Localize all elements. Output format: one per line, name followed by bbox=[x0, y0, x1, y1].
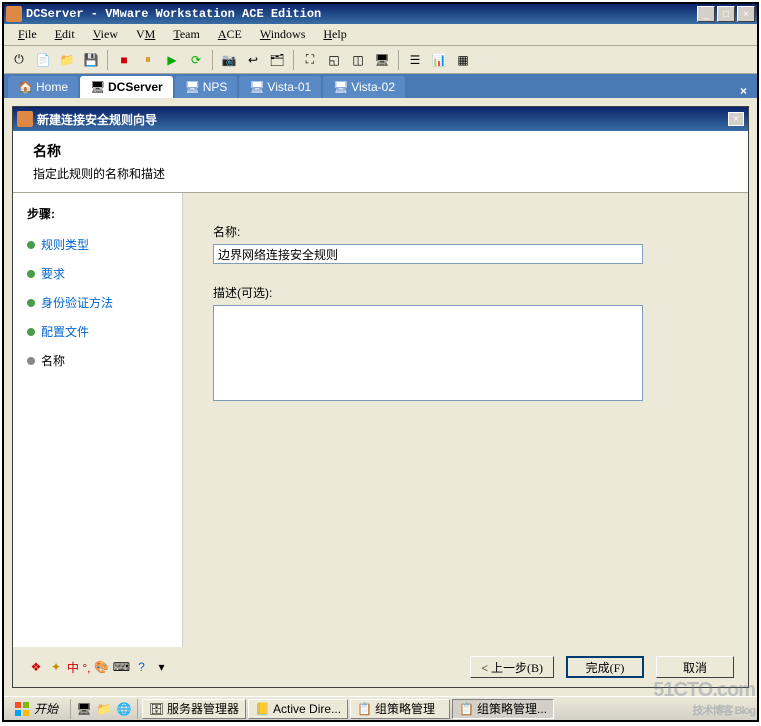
open-icon[interactable]: 📁 bbox=[56, 49, 78, 71]
tab-home[interactable]: 🏠Home bbox=[8, 76, 78, 98]
ime-icon: ❖ bbox=[27, 658, 45, 676]
vm-tabbar: 🏠Home 🖥DCServer 🖥NPS 🖥Vista-01 🖥Vista-02… bbox=[4, 74, 757, 98]
close-button[interactable]: × bbox=[737, 6, 755, 22]
cancel-button[interactable]: 取消 bbox=[656, 656, 734, 678]
titlebar: DCServer - VMware Workstation ACE Editio… bbox=[4, 4, 757, 24]
console-icon[interactable]: 🖥 bbox=[371, 49, 393, 71]
ime-icon3: 🎨 bbox=[92, 658, 110, 676]
stop-icon[interactable]: ■ bbox=[113, 49, 135, 71]
menu-windows[interactable]: Windows bbox=[252, 25, 314, 44]
menu-help[interactable]: Help bbox=[315, 25, 354, 44]
menu-view[interactable]: View bbox=[85, 25, 126, 44]
menu-ace[interactable]: ACE bbox=[210, 25, 250, 44]
vm-icon: 🖥 bbox=[90, 80, 104, 94]
task-active-directory[interactable]: 📒Active Dire... bbox=[248, 699, 348, 719]
step-rule-type[interactable]: 规则类型 bbox=[13, 230, 182, 259]
fullscreen-icon[interactable]: ⛶ bbox=[299, 49, 321, 71]
wizard-header-desc: 指定此规则的名称和描述 bbox=[33, 165, 728, 182]
snapshot-icon[interactable]: 📷 bbox=[218, 49, 240, 71]
maximize-button[interactable]: □ bbox=[717, 6, 735, 22]
dropdown-icon[interactable]: ▾ bbox=[152, 658, 170, 676]
step-name[interactable]: 名称 bbox=[13, 346, 182, 375]
tab-vista02[interactable]: 🖥Vista-02 bbox=[323, 76, 405, 98]
menu-team[interactable]: Team bbox=[165, 25, 208, 44]
vm-icon: 🖥 bbox=[333, 80, 347, 94]
desktop-icon[interactable]: 🖥 bbox=[75, 700, 93, 718]
pause-icon[interactable]: ⏸ bbox=[137, 49, 159, 71]
manage-icon[interactable]: 🗂 bbox=[266, 49, 288, 71]
revert-icon[interactable]: ↩ bbox=[242, 49, 264, 71]
windows-flag-icon bbox=[14, 701, 30, 717]
minimize-button[interactable]: _ bbox=[697, 6, 715, 22]
tab-vista01[interactable]: 🖥Vista-01 bbox=[239, 76, 321, 98]
guest-desktop: 新建连接安全规则向导 × 名称 指定此规则的名称和描述 步骤: 规则类型 要求 … bbox=[4, 98, 757, 696]
wizard-form: 名称: 描述(可选): bbox=[183, 193, 748, 659]
play-icon[interactable]: ▶ bbox=[161, 49, 183, 71]
finish-button[interactable]: 完成(F) bbox=[566, 656, 644, 678]
step-profile[interactable]: 配置文件 bbox=[13, 317, 182, 346]
summary-icon[interactable]: 📊 bbox=[428, 49, 450, 71]
wizard-icon bbox=[17, 111, 33, 127]
tab-dcserver[interactable]: 🖥DCServer bbox=[80, 76, 173, 98]
wizard-title: 新建连接安全规则向导 bbox=[37, 111, 728, 128]
wizard-header-title: 名称 bbox=[33, 141, 728, 161]
start-button[interactable]: 开始 bbox=[6, 699, 66, 719]
wizard-window: 新建连接安全规则向导 × 名称 指定此规则的名称和描述 步骤: 规则类型 要求 … bbox=[12, 106, 749, 688]
wizard-footer: ❖ ✦ 中 °, 🎨 ⌨ ? ▾ < 上一步(B) 完成(F) 取消 bbox=[13, 647, 748, 687]
app-icon bbox=[6, 6, 22, 22]
save-icon[interactable]: 💾 bbox=[80, 49, 102, 71]
unity-icon[interactable]: ◱ bbox=[323, 49, 345, 71]
power-off-icon[interactable]: ⏻ bbox=[8, 49, 30, 71]
menu-edit[interactable]: Edit bbox=[47, 25, 83, 44]
ime-text: 中 °, bbox=[67, 658, 90, 676]
desc-textarea[interactable] bbox=[213, 305, 643, 401]
task-gp-management-2[interactable]: 📋组策略管理... bbox=[452, 699, 554, 719]
new-icon[interactable]: 📄 bbox=[32, 49, 54, 71]
tab-close-button[interactable]: × bbox=[734, 84, 753, 98]
ime-status: ❖ ✦ 中 °, 🎨 ⌨ ? ▾ bbox=[27, 658, 170, 676]
wizard-titlebar: 新建连接安全规则向导 × bbox=[13, 107, 748, 131]
thumbnail-icon[interactable]: ▦ bbox=[452, 49, 474, 71]
menubar: FFileile Edit View VM Team ACE Windows H… bbox=[4, 24, 757, 46]
ime-icon2: ✦ bbox=[47, 658, 65, 676]
name-label: 名称: bbox=[213, 223, 718, 240]
back-button[interactable]: < 上一步(B) bbox=[470, 656, 554, 678]
vm-icon: 🖥 bbox=[185, 80, 199, 94]
menu-file[interactable]: FFileile bbox=[10, 25, 45, 44]
name-input[interactable] bbox=[213, 244, 643, 264]
wizard-header: 名称 指定此规则的名称和描述 bbox=[13, 131, 748, 193]
taskbar: 开始 🖥 📁 🌐 🗄服务器管理器 📒Active Dire... 📋组策略管理 … bbox=[4, 696, 757, 720]
quick-launch: 🖥 📁 🌐 bbox=[75, 700, 133, 718]
steps-title: 步骤: bbox=[13, 201, 182, 230]
wizard-steps: 步骤: 规则类型 要求 身份验证方法 配置文件 名称 bbox=[13, 193, 183, 659]
ime-icon4: ⌨ bbox=[112, 658, 130, 676]
task-gp-management[interactable]: 📋组策略管理 bbox=[350, 699, 450, 719]
quickswitch-icon[interactable]: ◫ bbox=[347, 49, 369, 71]
sidebar-icon[interactable]: ☰ bbox=[404, 49, 426, 71]
explorer-icon[interactable]: 📁 bbox=[95, 700, 113, 718]
toolbar: ⏻ 📄 📁 💾 ■ ⏸ ▶ ⟳ 📷 ↩ 🗂 ⛶ ◱ ◫ 🖥 ☰ 📊 ▦ bbox=[4, 46, 757, 74]
menu-vm[interactable]: VM bbox=[128, 25, 163, 44]
wizard-close-button[interactable]: × bbox=[728, 112, 744, 126]
desc-label: 描述(可选): bbox=[213, 284, 718, 301]
tab-nps[interactable]: 🖥NPS bbox=[175, 76, 238, 98]
home-icon: 🏠 bbox=[18, 80, 32, 94]
help-icon[interactable]: ? bbox=[132, 658, 150, 676]
reset-icon[interactable]: ⟳ bbox=[185, 49, 207, 71]
task-server-manager[interactable]: 🗄服务器管理器 bbox=[142, 699, 246, 719]
vm-icon: 🖥 bbox=[249, 80, 263, 94]
ie-icon[interactable]: 🌐 bbox=[115, 700, 133, 718]
window-title: DCServer - VMware Workstation ACE Editio… bbox=[26, 7, 697, 21]
step-requirements[interactable]: 要求 bbox=[13, 259, 182, 288]
step-auth-method[interactable]: 身份验证方法 bbox=[13, 288, 182, 317]
